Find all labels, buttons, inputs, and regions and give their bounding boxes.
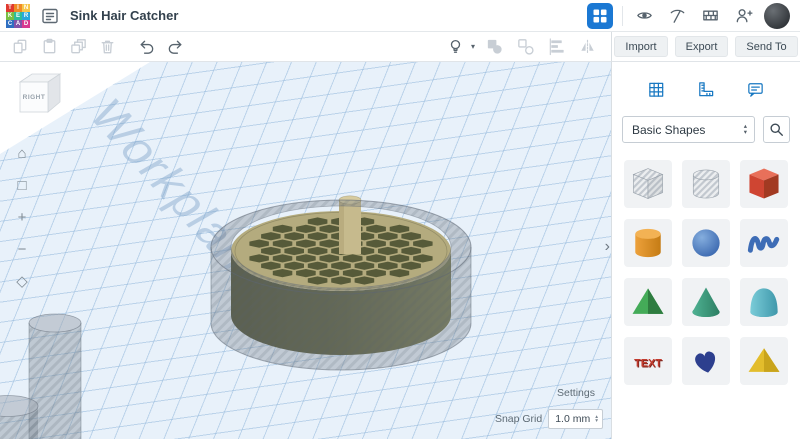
shape-heart[interactable] [682,337,730,385]
workplane-tool-icon[interactable] [640,74,674,104]
snap-carets-icon: ▴ ▾ [595,413,598,424]
send-to-button[interactable]: Send To [735,36,798,57]
user-avatar[interactable] [764,2,790,29]
shape-text[interactable]: TEXT TEXT [624,337,672,385]
shape-gallery: TEXT TEXT [612,152,800,393]
sidebar-tools [612,62,800,116]
toolbar-canvas-section: ▾ [0,32,611,62]
minecraft-pickaxe-icon[interactable] [665,4,689,28]
shape-pyramid[interactable] [624,278,672,326]
design-title: Sink Hair Catcher [70,8,179,23]
logo-letter: E [14,11,22,20]
group-icon [482,35,506,59]
search-button[interactable] [763,116,790,143]
notes-tool-icon[interactable] [738,74,772,104]
logo-letter: D [22,19,30,28]
view-nav-controls: ⌂ □ + − ◇ [10,142,34,294]
align-icon [544,35,568,59]
share-person-icon[interactable] [731,4,755,28]
bricks-icon[interactable] [698,4,722,28]
import-button[interactable]: Import [614,36,668,57]
panel-collapse-chevron-icon[interactable]: › [605,238,610,256]
shape-cylinder-hole[interactable] [682,160,730,208]
duplicate-icon [66,35,90,59]
model-corner-cylinders[interactable] [0,309,120,439]
shape-sphere[interactable] [682,219,730,267]
shape-cone[interactable] [682,278,730,326]
shape-cylinder[interactable] [624,219,672,267]
viewport-3d[interactable]: Workplane RIGHT ⌂ □ + − ◇ › Settings Sna… [0,62,611,439]
view-gallery-icon[interactable] [632,4,656,28]
perspective-toggle-icon[interactable]: ◇ [10,270,34,294]
model-sink-hair-catcher[interactable] [188,190,490,408]
settings-label[interactable]: Settings [557,387,595,399]
toolbar: ▾ Import Export Send To [0,32,800,62]
shapes-sidebar: Basic Shapes ▴ ▾ TEXT TEXT [611,62,800,439]
apps-grid-button[interactable] [587,2,613,29]
sidebar-filter-row: Basic Shapes ▴ ▾ [612,116,800,152]
tinkercad-app: TINKERCAD Sink Hair Catcher ▾ Import Expo… [0,0,800,439]
home-view-icon[interactable]: ⌂ [10,142,34,166]
logo-letter: K [6,11,14,20]
header-divider [622,5,623,26]
ungroup-icon [513,35,537,59]
app-header: TINKERCAD Sink Hair Catcher [0,0,800,32]
logo-letter: C [6,19,14,28]
dropdown-carets-icon: ▴ ▾ [743,123,747,136]
shape-box-hole[interactable] [624,160,672,208]
show-all-icon[interactable] [444,35,468,59]
view-cube[interactable]: RIGHT [12,70,64,116]
logo-letter: N [22,3,30,12]
search-icon [770,123,783,136]
delete-icon [95,35,119,59]
logo-letter: T [6,3,14,12]
logo-letter: I [14,3,22,12]
header-actions [587,2,790,29]
shape-category-dropdown[interactable]: Basic Shapes ▴ ▾ [622,116,755,143]
redo-icon[interactable] [163,35,187,59]
mirror-icon [575,35,599,59]
viewcube-face-label: RIGHT [23,94,46,101]
toolbar-action-buttons: Import Export Send To [611,32,800,62]
snap-grid-control: Snap Grid 1.0 mm ▴ ▾ [495,409,603,429]
logo-letter: A [14,19,22,28]
shape-box[interactable] [740,160,788,208]
shape-scribble[interactable] [740,219,788,267]
shape-paraboloid[interactable] [740,278,788,326]
shape-polygon[interactable] [740,337,788,385]
copy-icon [8,35,32,59]
export-button[interactable]: Export [674,36,729,57]
zoom-out-icon[interactable]: − [10,238,34,262]
undo-icon[interactable] [134,35,158,59]
ruler-tool-icon[interactable] [689,74,723,104]
logo-letter: R [22,11,30,20]
svg-text:TEXT: TEXT [634,357,662,369]
snap-grid-select[interactable]: 1.0 mm ▴ ▾ [548,409,603,429]
tinkercad-logo[interactable]: TINKERCAD [6,3,30,28]
show-all-caret-icon[interactable]: ▾ [471,42,475,51]
paste-icon [37,35,61,59]
snap-grid-label: Snap Grid [494,413,543,425]
zoom-in-icon[interactable]: + [10,206,34,230]
designs-list-icon[interactable] [39,5,61,27]
fit-view-icon[interactable]: □ [10,174,34,198]
